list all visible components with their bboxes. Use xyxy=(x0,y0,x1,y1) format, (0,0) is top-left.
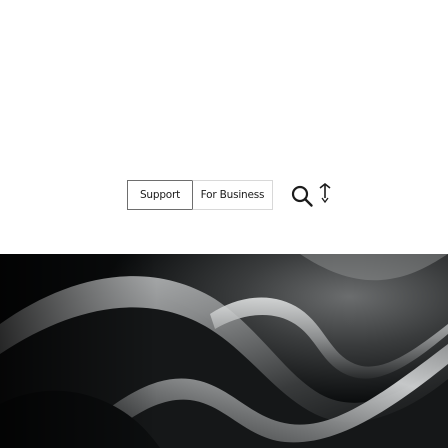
search-button[interactable] xyxy=(290,184,314,208)
overflow-menu-button[interactable] xyxy=(318,181,332,211)
search-icon xyxy=(290,184,314,208)
nav-links: Support For Business xyxy=(127,180,273,210)
overflow-menu-icon xyxy=(318,182,332,211)
hero-banner xyxy=(0,254,448,448)
nav-link-support[interactable]: Support xyxy=(127,180,193,210)
page: Support For Business xyxy=(0,0,448,448)
dark-abstract-wave-hero-image xyxy=(0,254,448,448)
nav-link-for-business[interactable]: For Business xyxy=(192,180,273,210)
top-navigation: Support For Business xyxy=(0,0,448,254)
